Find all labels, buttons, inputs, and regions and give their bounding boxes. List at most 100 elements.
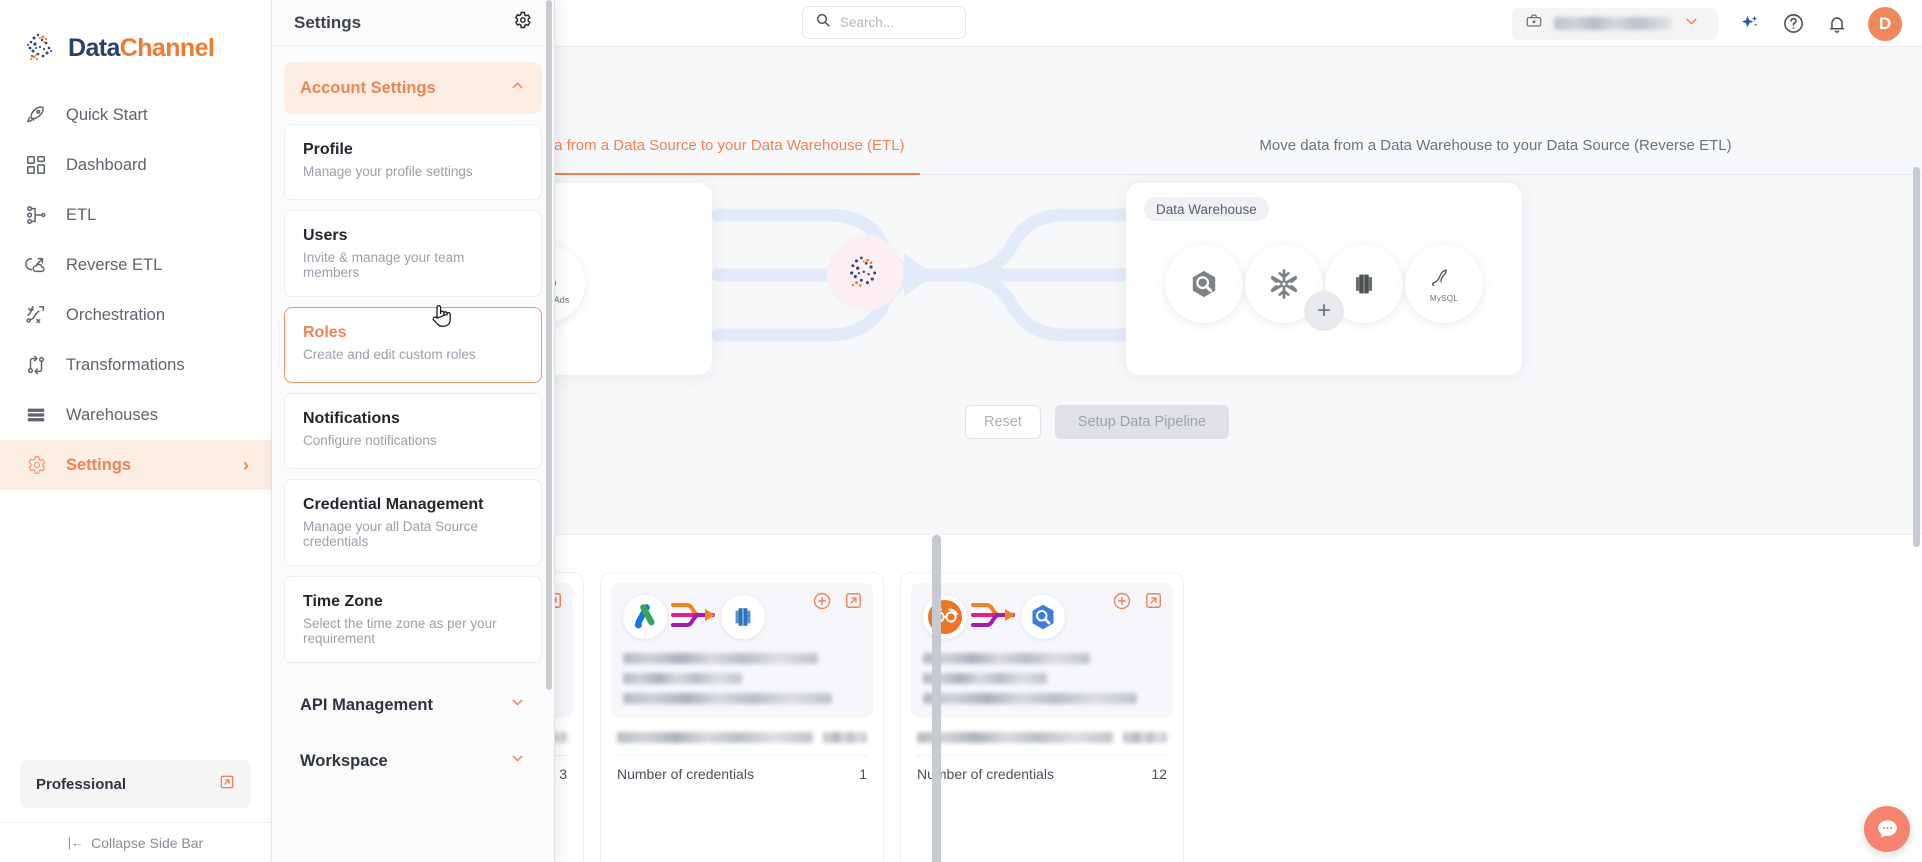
settings-item-subtitle: Manage your profile settings: [303, 164, 473, 179]
topbar-right: D: [1512, 0, 1902, 47]
cards-strip-scrollbar[interactable]: [932, 535, 941, 862]
external-link-icon[interactable]: [219, 774, 235, 795]
reset-button[interactable]: Reset: [964, 405, 1041, 439]
settings-item-title: Users: [303, 227, 348, 244]
sidebar-item-dashboard[interactable]: Dashboard: [0, 140, 271, 190]
help-circle-icon[interactable]: [1780, 11, 1806, 37]
data-warehouse-logos: MySQL +: [1126, 245, 1522, 331]
add-data-warehouse-button[interactable]: +: [1304, 291, 1344, 331]
setup-data-pipeline-button[interactable]: Setup Data Pipeline: [1054, 405, 1230, 439]
google-adwords-icon: [623, 595, 667, 639]
settings-item-subtitle: Select the time zone as per your require…: [303, 616, 497, 646]
chat-bubble-icon[interactable]: [1864, 806, 1910, 852]
main-scrollbar-thumb[interactable]: [1913, 167, 1920, 547]
external-link-icon[interactable]: [844, 591, 863, 616]
data-warehouse-label: Data Warehouse: [1144, 197, 1269, 221]
credentials-label: Number of credentials: [617, 766, 754, 782]
sidebar-nav: Quick Start Dashboard ETL Reverse ETL Or…: [0, 90, 271, 490]
settings-panel-scrollbar[interactable]: [546, 0, 552, 862]
pipeline-card-detail-redacted: [623, 693, 833, 704]
brand-part1: Data: [68, 33, 120, 62]
settings-item-roles[interactable]: Roles Create and edit custom roles: [284, 307, 542, 383]
sidebar-item-label: Transformations: [66, 355, 185, 374]
settings-panel-title: Settings: [294, 12, 362, 32]
settings-group-account-settings[interactable]: Account Settings: [284, 62, 542, 114]
sidebar-item-etl[interactable]: ETL: [0, 190, 271, 240]
settings-panel-scrollbar-thumb[interactable]: [546, 0, 552, 690]
plus-circle-icon[interactable]: [1112, 591, 1132, 616]
search-input[interactable]: Search...: [802, 6, 966, 39]
search-placeholder: Search...: [840, 15, 895, 30]
setup-button-label: Setup Data Pipeline: [1077, 414, 1207, 430]
settings-item-users[interactable]: Users Invite & manage your team members: [284, 210, 542, 297]
settings-item-subtitle: Configure notifications: [303, 433, 437, 448]
avatar[interactable]: D: [1868, 6, 1902, 41]
chevron-down-icon[interactable]: [509, 750, 526, 772]
settings-item-title: Roles: [303, 324, 347, 341]
datachannel-logo-icon: [22, 29, 60, 67]
collapse-left-icon: |←: [67, 835, 85, 850]
sidebar-item-reverse-etl[interactable]: Reverse ETL: [0, 240, 271, 290]
org-selector[interactable]: [1512, 7, 1718, 40]
connector-right: [903, 208, 1157, 342]
pipeline-card-header: [611, 583, 873, 718]
main-scrollbar[interactable]: [1913, 47, 1920, 862]
tab-reverse-etl[interactable]: Move data from a Data Warehouse to your …: [1097, 131, 1894, 174]
search-icon: [815, 12, 831, 33]
pipeline-card-meta: [911, 718, 1173, 743]
sidebar-item-transformations[interactable]: Transformations: [0, 340, 271, 390]
sidebar-item-label: Orchestration: [66, 305, 166, 324]
plus-circle-icon[interactable]: [812, 591, 832, 616]
reverse-etl-icon: [24, 253, 48, 277]
pipeline-card[interactable]: Number of credentials 12: [900, 572, 1184, 862]
sidebar-item-orchestration[interactable]: Orchestration: [0, 290, 271, 340]
pipeline-arrow-icon: [669, 598, 719, 637]
settings-group-api-management[interactable]: API Management: [284, 677, 542, 733]
pipeline-card-name-redacted: [623, 653, 819, 664]
mysql-icon[interactable]: MySQL: [1405, 245, 1483, 323]
credentials-value: 1: [859, 766, 867, 782]
brand[interactable]: DataChannel: [0, 0, 271, 72]
tab-reverse-etl-label: Move data from a Data Warehouse to your …: [1259, 137, 1732, 154]
settings-group-label: Account Settings: [300, 78, 436, 97]
avatar-initial: D: [1878, 13, 1892, 33]
reset-button-label: Reset: [983, 414, 1022, 430]
sidebar-item-settings[interactable]: Settings ›: [0, 440, 271, 490]
pipeline-card-detail-redacted: [923, 693, 1138, 704]
credentials-value: 3: [559, 766, 567, 782]
bigquery-icon[interactable]: [1165, 245, 1243, 323]
gear-icon[interactable]: [512, 10, 532, 35]
external-link-icon[interactable]: [1144, 591, 1163, 616]
settings-panel-body: Account Settings Profile Manage your pro…: [272, 46, 554, 862]
mysql-caption: MySQL: [1429, 293, 1459, 303]
settings-item-notifications[interactable]: Notifications Configure notifications: [284, 393, 542, 469]
pipeline-card-stat-value-redacted: [1123, 732, 1167, 743]
settings-panel-header: Settings: [272, 0, 554, 46]
settings-item-time-zone[interactable]: Time Zone Select the time zone as per yo…: [284, 576, 542, 663]
settings-item-credential-management[interactable]: Credential Management Manage your all Da…: [284, 479, 542, 566]
sidebar-item-label: Quick Start: [66, 105, 148, 124]
collapse-sidebar-button[interactable]: |← Collapse Side Bar: [0, 822, 271, 862]
bell-icon[interactable]: [1824, 11, 1850, 37]
chevron-down-icon[interactable]: [1683, 13, 1700, 35]
chevron-down-icon[interactable]: [509, 694, 526, 716]
sidebar-item-quick-start[interactable]: Quick Start: [0, 90, 271, 140]
settings-group-workspace[interactable]: Workspace: [284, 733, 542, 789]
settings-item-profile[interactable]: Profile Manage your profile settings: [284, 124, 542, 200]
plan-name: Professional: [36, 775, 127, 793]
settings-item-subtitle: Create and edit custom roles: [303, 347, 476, 362]
gear-icon: [24, 453, 48, 477]
plan-card[interactable]: Professional: [20, 760, 251, 808]
settings-item-subtitle: Manage your all Data Source credentials: [303, 519, 478, 549]
chevron-up-icon[interactable]: [509, 77, 526, 99]
sidebar-item-label: ETL: [66, 205, 97, 224]
sparkle-ai-icon[interactable]: [1736, 11, 1762, 37]
data-warehouse-node[interactable]: Data Warehouse MySQL +: [1126, 183, 1522, 375]
org-name-redacted: [1554, 17, 1672, 30]
pipeline-card[interactable]: Number of credentials 1: [600, 572, 884, 862]
settings-item-title: Time Zone: [303, 593, 383, 610]
sidebar-item-warehouses[interactable]: Warehouses: [0, 390, 271, 440]
settings-item-subtitle: Invite & manage your team members: [303, 250, 465, 280]
rocket-icon: [24, 103, 48, 127]
